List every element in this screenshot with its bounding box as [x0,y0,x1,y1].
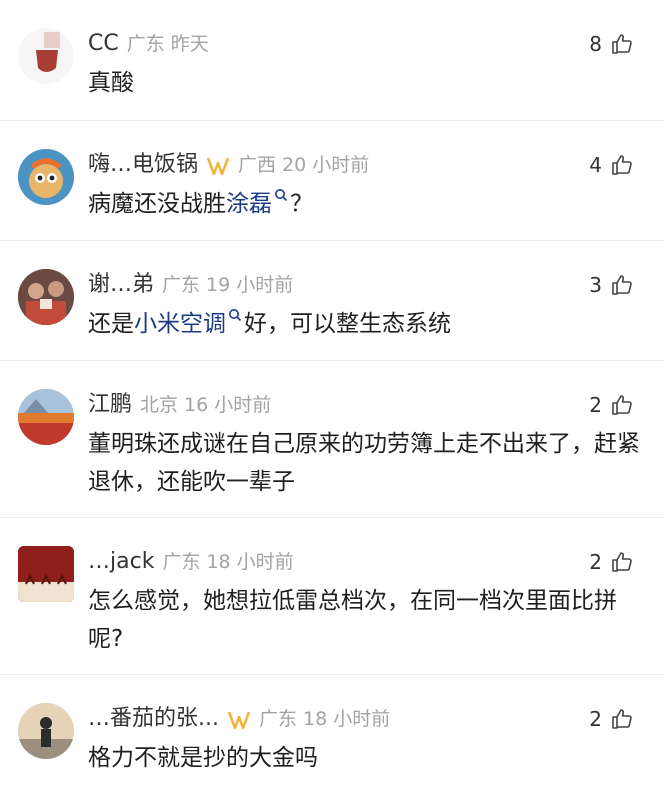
avatar[interactable] [18,703,74,759]
region: 广西 [238,154,277,176]
comment-body: 嗨…电饭锅 广西 20 小时前 病魔还没战胜涂磊 ？ [88,151,640,223]
avatar[interactable] [18,149,74,205]
thumbs-up-icon [612,155,632,175]
like-count: 2 [589,393,602,417]
comment-body: …jack 广东 18 小时前 怎么感觉，她想拉低雷总档次，在同一档次里面比拼呢? [88,548,640,658]
vip-badge-icon [206,157,230,175]
comment-list: CC广东昨天 真酸 8 嗨…电饭锅广西20 小时前 病魔还没战胜涂磊？ [0,0,664,788]
region: 广东 [162,274,201,296]
like-count: 2 [589,707,602,731]
username[interactable]: …番茄的张... [88,706,219,731]
timestamp: 16 小时前 [184,394,272,416]
region: 北京 [140,394,179,416]
comment-text-part: 还是 [88,311,134,337]
comment-meta: 江鹏 北京 16 小时前 [88,391,640,419]
like-button[interactable]: 2 [589,705,634,733]
like-button[interactable]: 4 [589,151,634,179]
like-button[interactable]: 8 [589,30,634,58]
vip-badge-icon [227,711,251,729]
region: 广东 [126,33,165,55]
comment-body: 江鹏 北京 16 小时前 董明珠还成谜在自己原来的功劳簿上走不出来了，赶紧退休，还能… [88,391,640,501]
comment-body: 谢…弟 广东 19 小时前 还是小米空调 好，可以整生态系统 [88,271,640,343]
comment-text-part: 病魔还没战胜 [88,191,226,217]
comment-item: 江鹏 北京 16 小时前 董明珠还成谜在自己原来的功劳簿上走不出来了，赶紧退休，还能… [0,360,664,517]
like-count: 2 [589,550,602,574]
comment-text: 董明珠还成谜在自己原来的功劳簿上走不出来了，赶紧退休，还能吹一辈子 [88,431,640,495]
thumbs-up-icon [612,275,632,295]
username[interactable]: 江鹏 [88,392,132,417]
like-button[interactable]: 2 [589,391,634,419]
timestamp: 20 小时前 [282,154,370,176]
comment-body: CC 广东 昨天 真酸 [88,30,640,102]
like-count: 4 [589,153,602,177]
comment-text: 格力不就是抄的大金吗 [88,745,318,771]
like-count: 3 [589,273,602,297]
timestamp: 昨天 [170,33,209,55]
comment-text: 真酸 [88,70,134,96]
comment-text: 怎么感觉，她想拉低雷总档次，在同一档次里面比拼呢? [88,588,617,652]
comment-meta: 嗨…电饭锅 广西 20 小时前 [88,151,640,179]
comment-body: …番茄的张... 广东 18 小时前 格力不就是抄的大金吗 [88,705,640,777]
timestamp: 18 小时前 [206,551,294,573]
username[interactable]: 嗨…电饭锅 [88,152,198,177]
comment-item: …番茄的张... 广东 18 小时前 格力不就是抄的大金吗 2 [0,674,664,788]
comment-meta: …番茄的张... 广东 18 小时前 [88,705,640,733]
comment-text: 病魔还没战胜涂磊 ？ [88,185,640,223]
avatar[interactable] [18,546,74,602]
comment-item: …jack 广东 18 小时前 怎么感觉，她想拉低雷总档次，在同一档次里面比拼呢? … [0,517,664,674]
comment-meta: 谢…弟 广东 19 小时前 [88,271,640,299]
region: 广东 [162,551,201,573]
avatar[interactable] [18,269,74,325]
comment-text-part: ？ [290,191,313,217]
comment-text-part: 好，可以整生态系统 [244,311,451,337]
timestamp: 19 小时前 [206,274,294,296]
like-button[interactable]: 3 [589,271,634,299]
comment-meta: …jack 广东 18 小时前 [88,548,640,576]
comment-text: 还是小米空调 好，可以整生态系统 [88,305,640,343]
comment-item: 谢…弟 广东 19 小时前 还是小米空调 好，可以整生态系统 3 [0,240,664,360]
thumbs-up-icon [612,34,632,54]
username[interactable]: 谢…弟 [88,272,154,297]
topic-link[interactable]: 涂磊 [226,191,272,217]
search-icon [275,189,288,202]
comment-meta: CC 广东 昨天 [88,30,640,58]
topic-link[interactable]: 小米空调 [134,311,226,337]
timestamp: 18 小时前 [303,708,391,730]
search-icon [229,309,242,322]
thumbs-up-icon [612,395,632,415]
like-button[interactable]: 2 [589,548,634,576]
username[interactable]: …jack [88,549,154,574]
avatar[interactable] [18,28,74,84]
like-count: 8 [589,32,602,56]
thumbs-up-icon [612,709,632,729]
avatar[interactable] [18,389,74,445]
region: 广东 [258,708,297,730]
comment-item: 嗨…电饭锅 广西 20 小时前 病魔还没战胜涂磊 ？ 4 [0,120,664,240]
thumbs-up-icon [612,552,632,572]
username[interactable]: CC [88,31,119,56]
comment-item: CC 广东 昨天 真酸 8 [0,0,664,120]
